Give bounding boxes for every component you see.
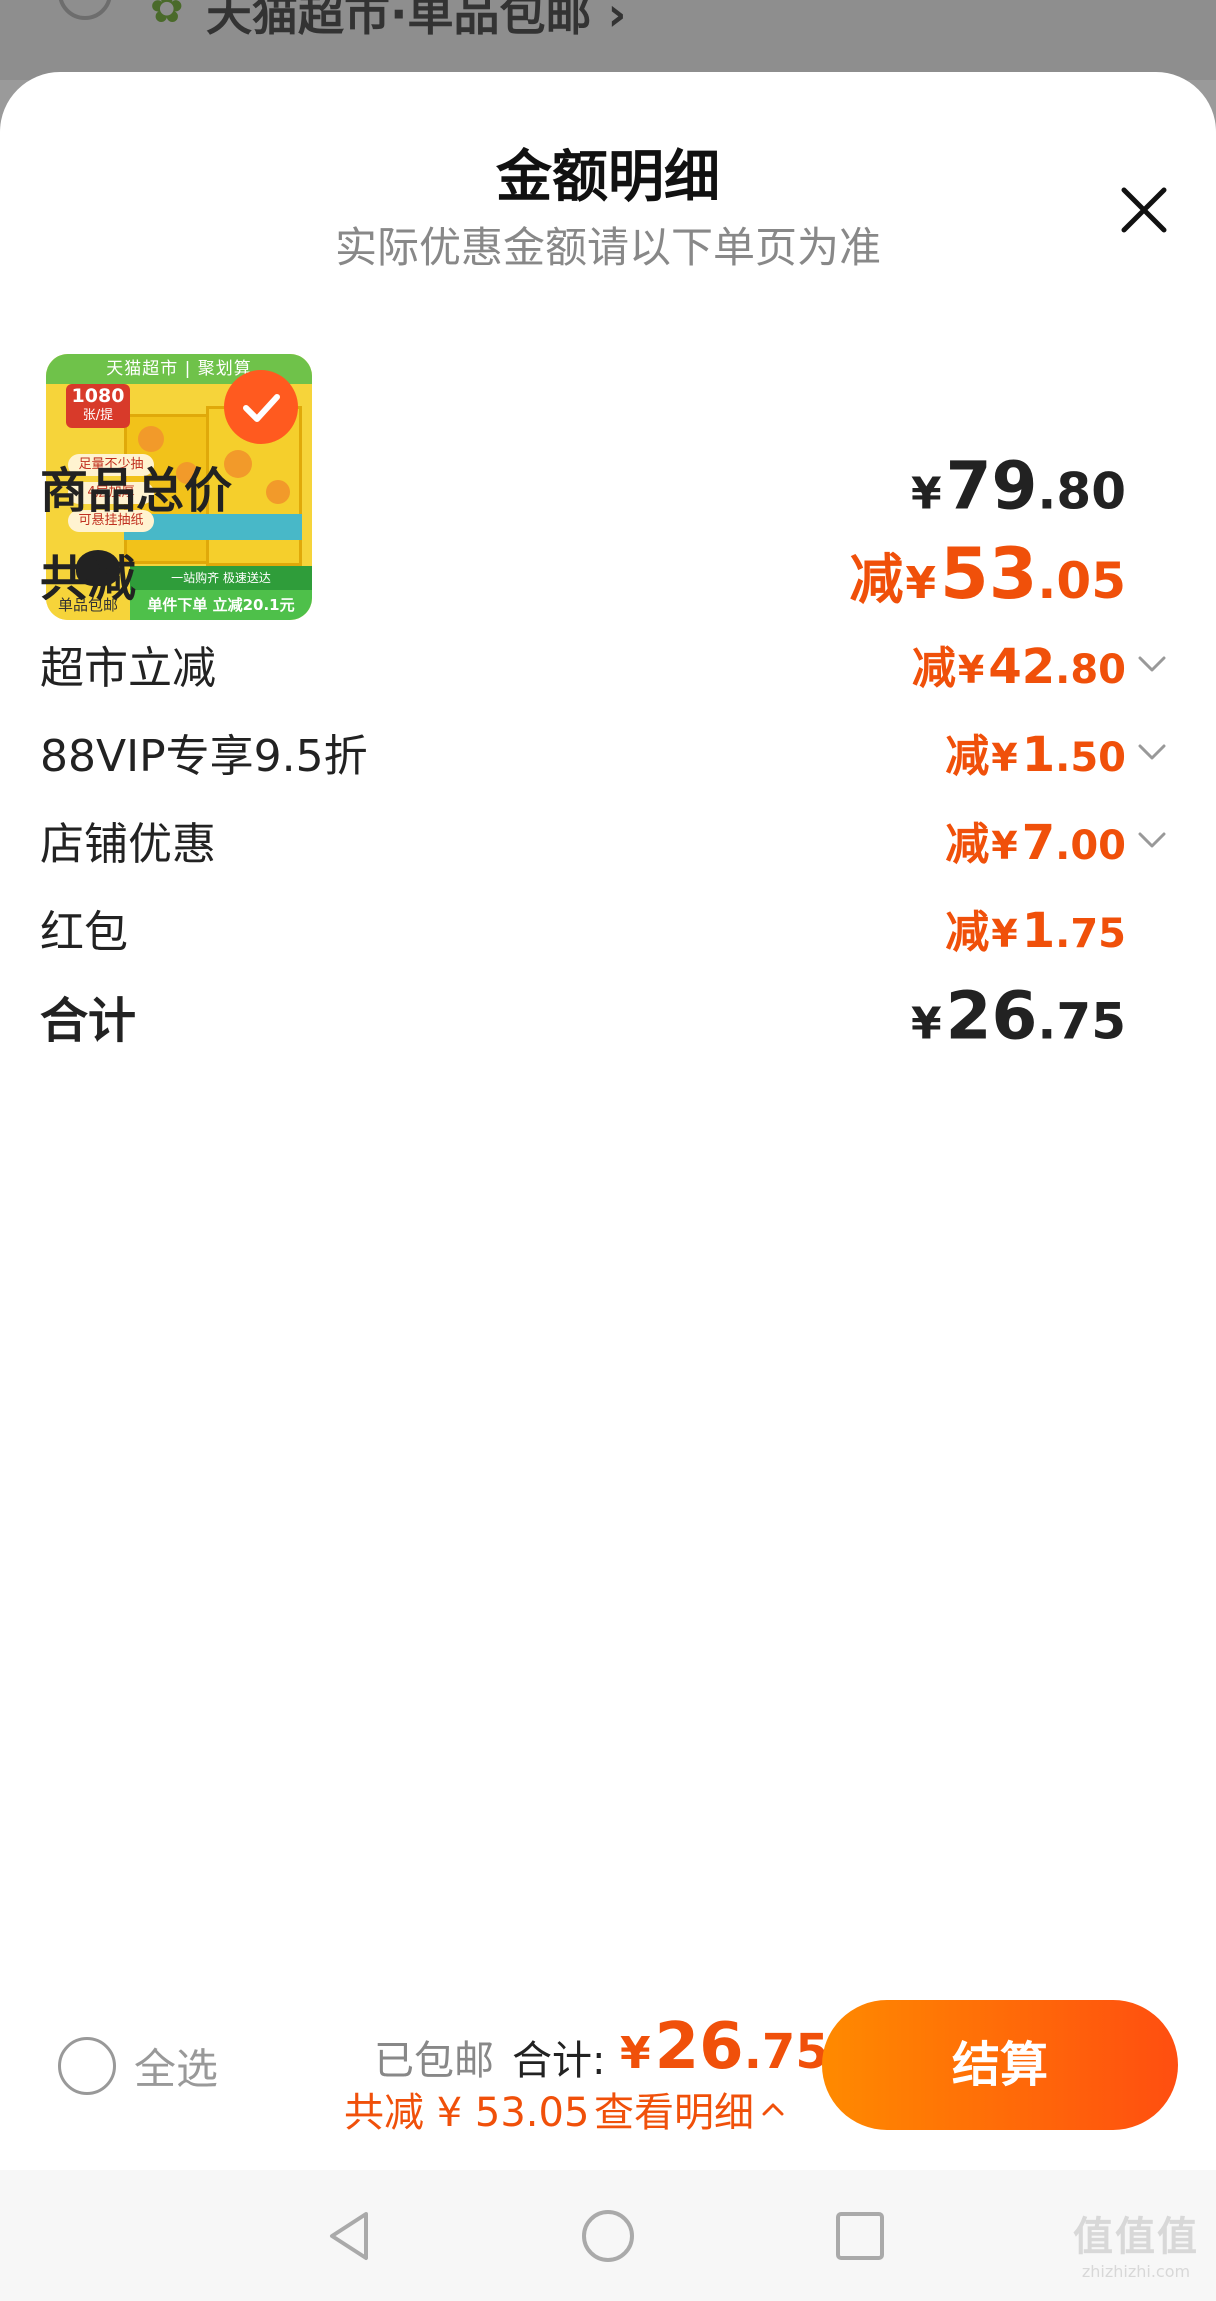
watermark: 值值值 zhizhizhi.com (1073, 2214, 1199, 2281)
row-total: 合计 ¥26.75 (0, 966, 1216, 1066)
row-label: 红包 (40, 907, 128, 958)
clover-icon: ✿ (150, 0, 184, 32)
chevron-up-icon (762, 2103, 784, 2116)
saved-amount: 共减 ¥ 53.05 (344, 2090, 590, 2136)
row-supermarket-discount[interactable]: 超市立减 减 ¥42.80 (0, 614, 1216, 714)
row-label: 88VIP专享9.5折 (40, 731, 368, 782)
checkmark-icon[interactable] (224, 370, 298, 444)
view-details-link[interactable]: 查看明细 (594, 2080, 788, 2138)
row-value: 减 ¥7.00 (945, 815, 1126, 871)
home-circle-icon[interactable] (578, 2206, 638, 2266)
back-triangle-icon[interactable] (320, 2206, 380, 2266)
sheet-subtitle: 实际优惠金额请以下单页为准 (334, 223, 881, 272)
chevron-down-icon[interactable] (1134, 734, 1170, 770)
row-total-discount: 共减 减 ¥53.05 (0, 524, 1216, 624)
shipping-status: 已包邮 (374, 2038, 494, 2084)
select-all-label[interactable]: 全选 (134, 2036, 218, 2097)
system-nav-bar (0, 2170, 1216, 2301)
recents-square-icon[interactable] (830, 2206, 890, 2266)
row-value: 减 ¥1.50 (945, 727, 1126, 783)
checkout-bar: 全选 已包邮 合计: ¥26.75 共减 ¥ 53.05 查看明细 结算 (0, 1980, 1216, 2170)
row-value: ¥26.75 (910, 977, 1126, 1055)
row-label: 合计 (40, 993, 137, 1049)
row-value: 减 ¥42.80 (911, 639, 1126, 695)
store-select-radio[interactable] (58, 0, 112, 20)
row-store-discount[interactable]: 店铺优惠 减 ¥7.00 (0, 790, 1216, 890)
select-all-radio[interactable] (58, 2037, 116, 2095)
underlying-page: ✿ 天猫超市·单品包邮 › (0, 0, 1216, 80)
row-88vip-discount[interactable]: 88VIP专享9.5折 减 ¥1.50 (0, 702, 1216, 802)
chevron-down-icon[interactable] (1134, 646, 1170, 682)
amount-detail-sheet: 金额明细 实际优惠金额请以下单页为准 天猫超市 | 聚划算 1080 张/提 足… (0, 72, 1216, 2172)
row-label: 商品总价 (40, 463, 233, 519)
row-subtotal: 商品总价 ¥79.80 (0, 436, 1216, 536)
row-label: 共减 (40, 551, 137, 607)
row-value: ¥79.80 (910, 447, 1126, 525)
row-label: 超市立减 (40, 643, 216, 694)
chevron-down-icon[interactable] (1134, 822, 1170, 858)
row-value: 减 ¥1.75 (945, 903, 1126, 959)
row-value: 减 ¥53.05 (849, 533, 1126, 615)
total-amount: ¥26.75 (620, 2010, 829, 2084)
thumb-count-badge: 1080 张/提 (66, 384, 130, 428)
close-icon[interactable] (1110, 176, 1178, 244)
checkout-button[interactable]: 结算 (822, 2000, 1178, 2130)
store-name: 天猫超市·单品包邮 › (206, 0, 627, 41)
row-red-packet: 红包 减 ¥1.75 (0, 878, 1216, 978)
total-label: 合计: (512, 2038, 606, 2084)
sheet-title: 金额明细 (496, 145, 720, 210)
row-label: 店铺优惠 (40, 819, 216, 870)
